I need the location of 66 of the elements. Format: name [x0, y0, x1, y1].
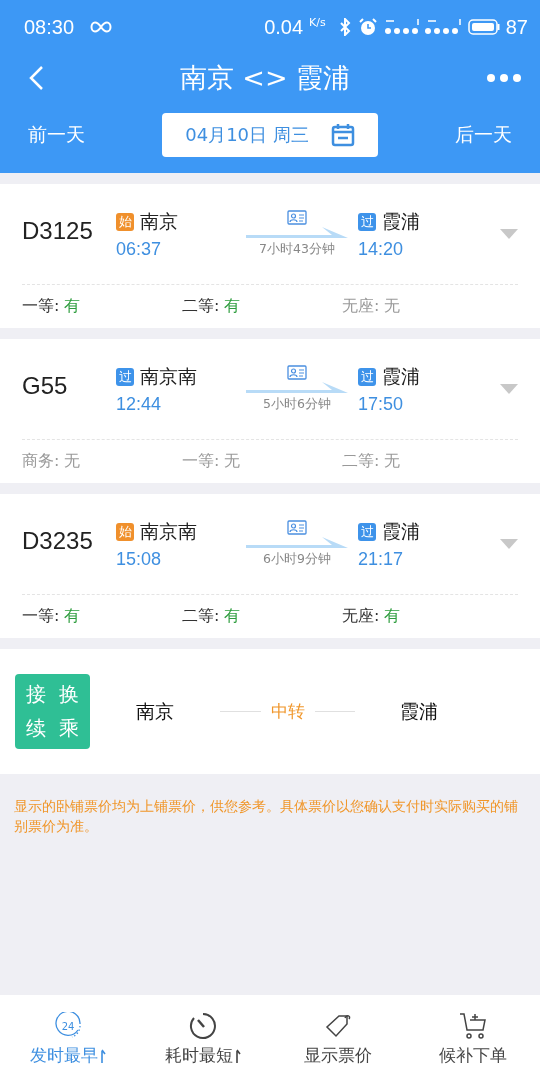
signal-icon: [383, 19, 462, 35]
transfer-badge: 接 换 续 乘: [15, 674, 90, 749]
seat-availability: 二等: 无: [342, 451, 402, 472]
travel-duration: 7小时43分钟: [259, 241, 335, 258]
page-title: 南京 <> 霞浦: [179, 60, 351, 95]
seat-availability: 一等: 有: [22, 606, 82, 627]
arrival-time: 21:17: [358, 548, 405, 570]
station-badge: 过: [358, 367, 376, 386]
caret-icon[interactable]: [500, 384, 518, 394]
sort-icon: [99, 1047, 106, 1063]
train-card[interactable]: G55 过 南京南 12:44 5小时6分钟 过 霞浦 17:50 商务: 无 一等: 无 二等: 无: [0, 339, 540, 483]
battery-level: 87: [505, 15, 528, 39]
status-time: 08:30: [24, 15, 75, 39]
cart-icon: [457, 1011, 488, 1040]
station-name: 南京: [140, 208, 178, 234]
station-badge: 始: [116, 212, 134, 231]
train-card[interactable]: D3125 始 南京 06:37 7小时43分钟 过 霞浦 14:20 一等: 有 二等: 有 无座: 无: [0, 184, 540, 328]
station-name: 南京: [135, 698, 175, 724]
seat-availability: 一等: 有: [22, 296, 82, 317]
station-badge: 过: [116, 367, 134, 386]
bluetooth-icon: [337, 18, 352, 36]
station-name: 南京南: [140, 363, 197, 389]
train-number: D3125: [22, 217, 94, 245]
battery-icon: [467, 19, 500, 35]
infinity-icon: [90, 21, 113, 33]
train-card[interactable]: D3235 始 南京南 15:08 6小时9分钟 过 霞浦 21:17 一等: 有 二等: 有 无座: 有: [0, 494, 540, 638]
station-badge: 过: [358, 212, 376, 231]
travel-duration: 6小时9分钟: [263, 551, 331, 568]
station-name: 霞浦: [382, 518, 420, 544]
sort-tab[interactable]: 耗时最短: [135, 995, 270, 1080]
id-card-icon: [287, 520, 307, 535]
seat-availability: 二等: 有: [182, 296, 242, 317]
sort-tab[interactable]: 候补下单: [405, 995, 540, 1080]
sort-tab[interactable]: 显示票价: [270, 995, 405, 1080]
station-badge: 始: [116, 522, 134, 541]
id-card-icon: [287, 210, 307, 225]
departure-time: 12:44: [116, 393, 163, 415]
travel-duration: 5小时6分钟: [263, 396, 331, 413]
seat-availability: 无座: 无: [342, 296, 402, 317]
seat-availability: 商务: 无: [22, 451, 82, 472]
arrival-time: 14:20: [358, 238, 405, 260]
caret-icon[interactable]: [500, 229, 518, 239]
sort-icon: [234, 1047, 241, 1063]
network-speed: 0.04: [264, 15, 304, 39]
transfer-card[interactable]: 接 换 续 乘 南京 中转 霞浦: [0, 649, 540, 774]
caret-icon[interactable]: [500, 539, 518, 549]
departure-time: 15:08: [116, 548, 163, 570]
transfer-label: 中转: [270, 700, 305, 723]
station-name: 霞浦: [399, 698, 439, 724]
station-badge: 过: [358, 522, 376, 541]
train-number: D3235: [22, 527, 94, 555]
train-number: G55: [22, 372, 69, 400]
station-name: 南京南: [140, 518, 197, 544]
seat-availability: 无座: 有: [342, 606, 402, 627]
timer-icon: [188, 1011, 217, 1040]
departure-time: 06:37: [116, 238, 163, 260]
station-name: 霞浦: [382, 208, 420, 234]
arrival-time: 17:50: [358, 393, 405, 415]
speed-unit: K/s: [309, 16, 326, 29]
price-note: 显示的卧铺票价均为上铺票价，供您参考。具体票价以您确认支付时实际购买的铺别票价为准。: [14, 797, 519, 836]
station-name: 霞浦: [382, 363, 420, 389]
seat-availability: 二等: 有: [182, 606, 242, 627]
seat-availability: 一等: 无: [182, 451, 242, 472]
alarm-icon: [357, 18, 378, 36]
id-card-icon: [287, 365, 307, 380]
calendar-icon[interactable]: [330, 123, 355, 147]
